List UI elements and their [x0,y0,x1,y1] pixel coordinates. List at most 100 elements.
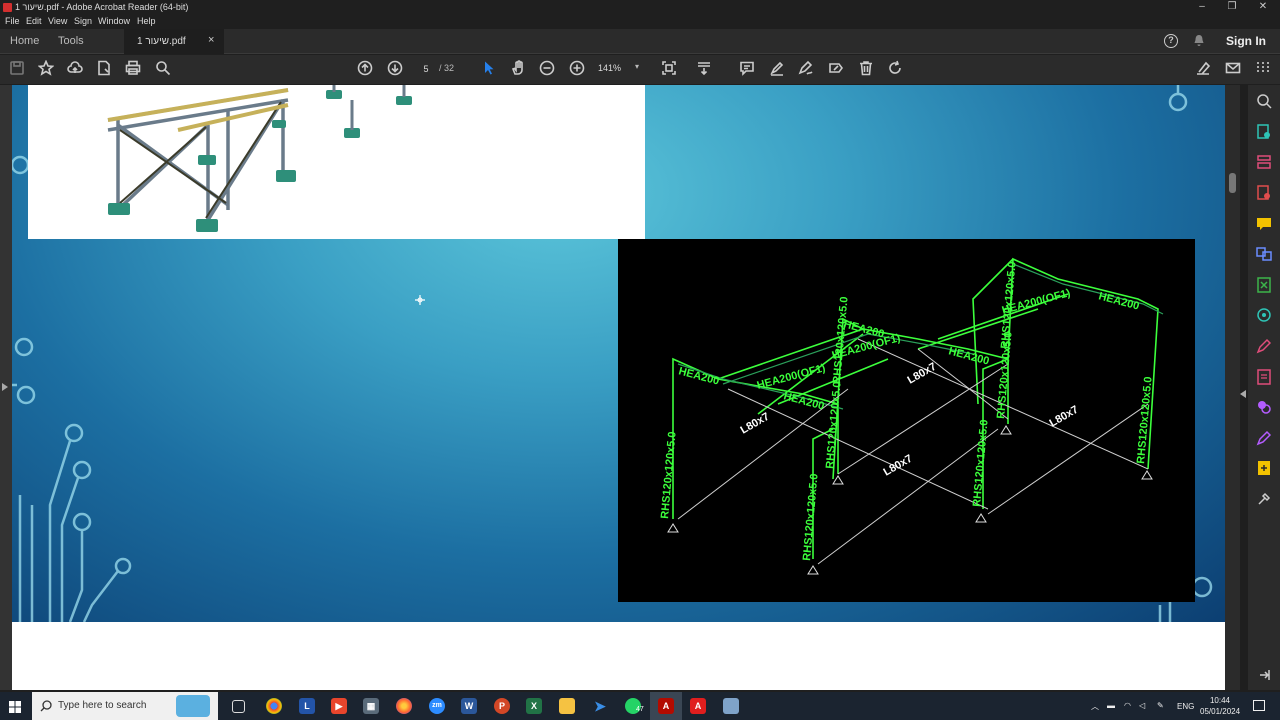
app-arrow-icon[interactable]: ➤ [592,698,608,714]
rotate-icon[interactable] [886,60,904,78]
combine-files-icon[interactable] [1256,246,1272,262]
scroll-mode-icon[interactable] [695,60,713,78]
notification-bell-icon[interactable] [1193,34,1205,50]
vertical-scrollbar[interactable] [1225,85,1240,690]
zoom-app-icon[interactable]: zm [429,698,445,714]
right-panel-toggle-icon[interactable] [1240,385,1246,403]
zoom-dropdown-arrow-icon[interactable]: ▾ [635,62,639,71]
send-for-review-icon[interactable] [1256,460,1272,476]
restore-button[interactable]: ❐ [1222,1,1242,14]
pen-icon[interactable]: ✎ [1157,701,1164,710]
highlight-pen-icon[interactable] [768,60,786,78]
tray-chevron-icon[interactable]: ︿ [1091,701,1099,712]
notifications-icon[interactable] [1253,700,1265,711]
language-indicator[interactable]: ENG [1177,702,1194,711]
acrobat-app-icon [3,3,12,12]
label-white: L80x7 [906,361,939,387]
close-tab-icon[interactable]: × [208,34,214,46]
fill-sign-tool-icon[interactable] [1256,338,1272,354]
next-page-icon[interactable] [386,60,404,78]
word-icon[interactable]: W [461,698,477,714]
tab-document[interactable]: שיעור 1.pdf × [124,29,224,54]
fill-sign-icon[interactable] [827,60,845,78]
hand-tool-icon[interactable] [509,60,527,78]
next-page-preview [12,622,1225,690]
acrobat-taskbar-icon[interactable]: A [658,698,674,714]
task-view-icon[interactable] [232,700,245,713]
export-excel-icon[interactable] [1256,277,1272,293]
menu-view[interactable]: View [48,16,67,26]
excel-icon[interactable]: X [526,698,542,714]
protect-tool-icon[interactable] [1256,399,1272,415]
volume-icon[interactable]: ◁ [1139,701,1145,710]
find-search-icon[interactable] [154,60,172,78]
menu-edit[interactable]: Edit [26,16,42,26]
comment-tool-icon[interactable] [1256,216,1272,232]
clock[interactable]: 10:44 05/01/2024 [1200,695,1240,717]
save-icon[interactable] [8,60,26,78]
wifi-icon[interactable]: ◠ [1124,701,1131,710]
edit-eraser-icon[interactable] [1194,60,1212,78]
l-app-icon[interactable]: L [299,698,315,714]
frame-3d-render-image [28,85,645,239]
comment-icon[interactable] [738,60,756,78]
organize-pages-icon[interactable] [1256,154,1272,170]
menu-window[interactable]: Window [98,16,130,26]
print-icon[interactable] [124,60,142,78]
search-tool-icon[interactable] [1256,93,1272,109]
draw-signature-icon[interactable] [797,60,815,78]
taskbar-search-box[interactable]: Type here to search [32,692,218,720]
tab-bar: Home Tools שיעור 1.pdf × ? Sign In [0,29,1280,54]
export-pdf-icon[interactable] [1256,124,1272,140]
zoom-out-icon[interactable] [538,60,556,78]
acrobat-second-icon[interactable]: A [690,698,706,714]
firefox-icon[interactable] [396,698,412,714]
clock-time: 10:44 [1209,696,1231,705]
label-green: RHS120x120x5.0 [659,431,679,519]
calculator-icon[interactable]: ▦ [363,698,379,714]
close-window-button[interactable]: ✕ [1253,1,1273,14]
more-tools-panel-icon[interactable] [1256,491,1272,507]
structural-model-image: HEA200 HEA200(OF1) HEA200(OF1) HEA200(OF… [618,239,1195,602]
chrome-icon[interactable] [266,698,282,714]
photos-icon[interactable] [723,698,739,714]
zoom-level-field[interactable]: 141% [598,63,621,73]
windows-start-icon[interactable] [9,700,21,718]
request-signature-icon[interactable] [1256,430,1272,446]
tab-tools[interactable]: Tools [58,35,84,47]
sign-in-button[interactable]: Sign In [1226,34,1266,48]
file-explorer-icon[interactable] [559,698,575,714]
page-fit-icon[interactable] [660,60,678,78]
collapse-panel-icon[interactable] [1256,667,1272,683]
media-app-icon[interactable]: ▶ [331,698,347,714]
enhance-scan-icon[interactable] [1256,307,1272,323]
clock-date: 05/01/2024 [1200,707,1241,716]
tab-home[interactable]: Home [10,35,39,47]
search-placeholder: Type here to search [58,700,147,711]
powerpoint-icon[interactable]: P [494,698,510,714]
zoom-in-icon[interactable] [568,60,586,78]
tray-app-icon[interactable]: ▬ [1107,701,1115,710]
bookmark-star-icon[interactable] [37,59,55,78]
select-cursor-icon[interactable] [480,60,498,78]
more-tools-icon[interactable] [1254,60,1272,78]
mail-icon[interactable] [1224,60,1242,78]
document-viewer[interactable]: HEA200 HEA200(OF1) HEA200(OF1) HEA200(OF… [0,85,1240,690]
window-title: שיעור 1.pdf - Adobe Acrobat Reader (64-b… [15,2,189,12]
create-pdf-icon[interactable] [95,60,113,78]
menu-help[interactable]: Help [137,16,156,26]
help-icon[interactable]: ? [1164,34,1178,48]
edit-pdf-tool-icon[interactable] [1256,369,1272,385]
menu-sign[interactable]: Sign [74,16,92,26]
create-pdf-tool-icon[interactable] [1256,185,1272,201]
delete-trash-icon[interactable] [857,60,875,78]
upload-cloud-icon[interactable] [66,60,84,78]
minimize-button[interactable]: – [1192,1,1212,14]
whatsapp-badge: 47 [636,706,644,713]
label-green: RHS120x120x5.0 [824,381,844,469]
menu-file[interactable]: File [5,16,20,26]
left-panel-toggle-icon[interactable] [2,383,10,393]
page-number-input[interactable]: 5 [415,62,437,76]
previous-page-icon[interactable] [356,60,374,78]
scrollbar-thumb[interactable] [1229,173,1236,193]
